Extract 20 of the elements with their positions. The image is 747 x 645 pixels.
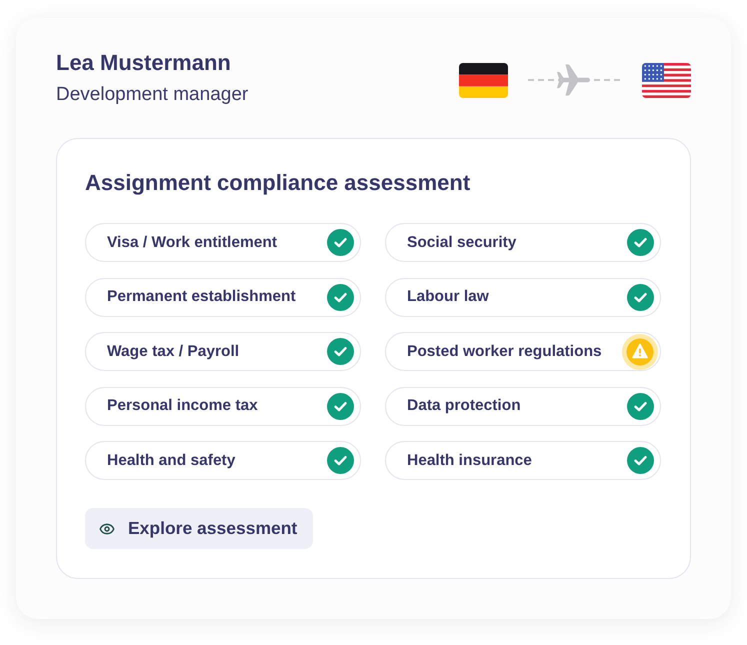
compliance-label: Social security <box>407 234 516 252</box>
compliance-label: Posted worker regulations <box>407 342 602 360</box>
compliance-label: Wage tax / Payroll <box>107 342 240 360</box>
dashed-line <box>594 79 622 81</box>
compliance-label: Labour law <box>407 288 489 306</box>
compliance-label: Data protection <box>407 397 521 415</box>
compliance-label: Permanent establishment <box>107 288 296 306</box>
compliance-label: Health and safety <box>107 452 236 470</box>
eye-icon <box>99 520 115 536</box>
explore-assessment-button[interactable]: Explore assessment <box>85 508 313 549</box>
compliance-label: Health insurance <box>407 452 532 470</box>
person-name: Lea Mustermann <box>56 49 232 76</box>
assessment-title: Assignment compliance assessment <box>85 169 472 196</box>
us-flag-icon <box>642 62 691 98</box>
job-title: Development manager <box>56 83 248 107</box>
german-flag-icon <box>459 62 508 98</box>
dashed-line <box>528 79 556 81</box>
compliance-label: Personal income tax <box>107 397 258 415</box>
compliance-label: Visa / Work entitlement <box>107 234 277 252</box>
airplane-icon <box>556 64 590 96</box>
